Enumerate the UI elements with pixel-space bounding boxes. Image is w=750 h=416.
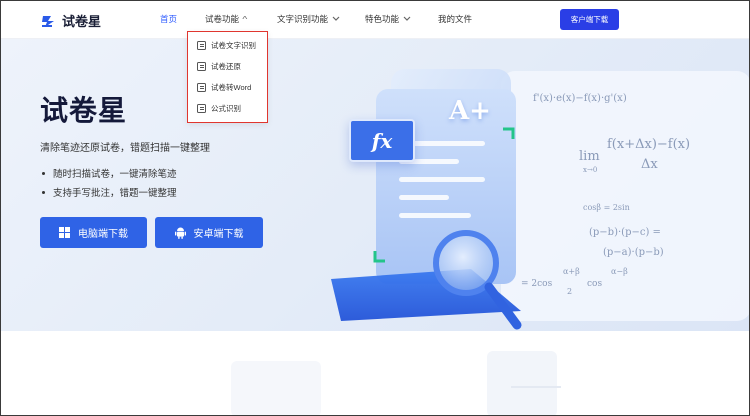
document-text-icon [197,41,206,50]
formula-icon [197,104,206,113]
windows-icon [59,227,70,238]
formula-text: α+β [563,267,580,276]
dropdown-item-label: 试卷还原 [211,62,241,71]
page-frame: 试卷星 首页 试卷功能 ^ 文字识别功能 特色功能 我的文件 客户端下载 试卷文… [0,0,750,416]
dropdown-item-label: 公式识别 [211,104,241,113]
next-section [1,331,749,415]
grade-badge: A+ [449,96,491,126]
nav-text-recognition-label: 文字识别功能 [277,14,329,24]
hero-bullet: 随时扫描试卷，一键清除笔迹 [42,166,177,180]
formula-text: = 2cos [521,279,553,289]
top-header: 试卷星 首页 试卷功能 ^ 文字识别功能 特色功能 我的文件 客户端下载 [1,1,749,39]
hero-subtitle: 清除笔迹还原试卷，错题扫描一键整理 [40,143,210,154]
logo[interactable]: 试卷星 [41,11,101,30]
nav-my-files[interactable]: 我的文件 [438,13,472,25]
formula-text: (p−b)·(p−c) = [589,227,661,238]
logo-text: 试卷星 [62,14,102,29]
dropdown-item-formula[interactable]: 公式识别 [197,103,241,114]
bullet-dot-icon [42,171,45,175]
chevron-up-icon: ^ [242,14,248,24]
formula-text: 2 [567,287,573,296]
nav-home-label: 首页 [160,14,178,24]
formula-text: f(x+Δx)−f(x) [607,137,691,152]
hero-illustration: fx A+ f'(x)·e(x)−f(x)·g'(x) f(x+Δx)−f(x)… [321,49,749,331]
nav-my-files-label: 我的文件 [438,14,473,24]
formula-text: α−β [611,267,628,276]
formula-text: cos [587,279,603,289]
nav-home[interactable]: 首页 [160,13,177,25]
pc-download-label: 电脑端下载 [78,229,128,240]
formula-text: Δx [641,157,658,172]
dropdown-item-text-recognition[interactable]: 试卷文字识别 [197,40,256,51]
dropdown-item-label: 试卷转Word [211,83,252,92]
dropdown-item-restore[interactable]: 试卷还原 [197,61,241,72]
nav-text-recognition[interactable]: 文字识别功能 [277,13,340,25]
document-restore-icon [197,62,206,71]
faded-decoration [231,351,561,415]
android-download-button[interactable]: 安卓端下载 [155,217,263,248]
dropdown-item-label: 试卷文字识别 [211,41,256,50]
formula-text: (p−a)·(p−b) [603,247,664,258]
formula-text: x→0 [583,166,598,174]
android-download-label: 安卓端下载 [193,229,244,240]
hero-bullet: 支持手写批注，错题一键整理 [42,185,177,199]
formula-text: f'(x)·e(x)−f(x)·g'(x) [533,93,627,104]
bullet-text: 随时扫描试卷，一键清除笔迹 [53,169,177,180]
exam-features-dropdown: 试卷文字识别 试卷还原 试卷转Word 公式识别 [187,31,268,123]
bullet-text: 支持手写批注，错题一键整理 [53,188,177,199]
pc-download-button[interactable]: 电脑端下载 [40,217,147,248]
hero-title: 试卷星 [40,95,128,126]
formula-text: cosβ = 2sin [583,203,630,212]
fx-badge: fx [349,119,415,162]
formula-text: lim [579,149,600,164]
nav-exam-features-label: 试卷功能 [205,14,240,24]
word-convert-icon [197,83,206,92]
android-icon [174,227,186,239]
hero-section: 试卷星 清除笔迹还原试卷，错题扫描一键整理 随时扫描试卷，一键清除笔迹 支持手写… [1,39,749,331]
client-download-button[interactable]: 客户端下载 [560,9,619,30]
nav-special-features-label: 特色功能 [365,14,400,24]
chevron-down-icon [332,16,340,21]
dropdown-item-to-word[interactable]: 试卷转Word [197,82,251,93]
fx-badge-text: fx [371,128,393,153]
logo-icon [41,13,57,29]
nav-special-features[interactable]: 特色功能 [365,13,411,25]
nav-exam-features[interactable]: 试卷功能 ^ [205,13,247,25]
chevron-down-icon [403,16,411,21]
bullet-dot-icon [42,190,45,194]
